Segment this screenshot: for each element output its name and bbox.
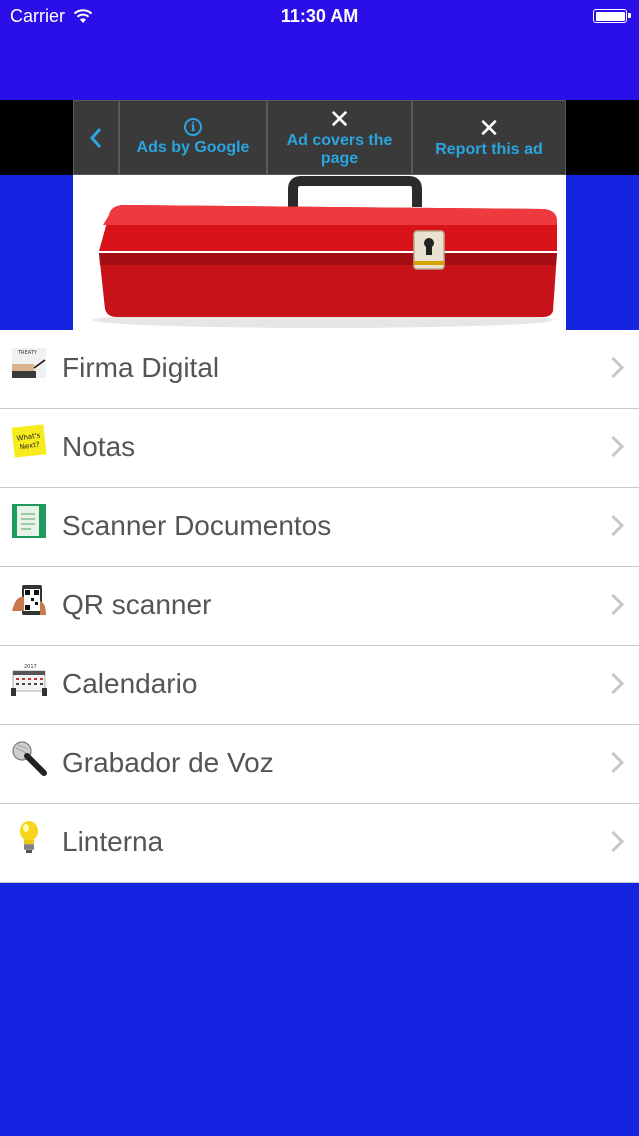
info-icon: i [184, 118, 202, 136]
svg-text:TREATY: TREATY [17, 350, 38, 356]
qr-code-icon [12, 585, 46, 615]
chevron-right-icon [602, 672, 625, 695]
toolbox-icon [93, 176, 557, 328]
menu-item-qr-scanner[interactable]: QR scanner [0, 567, 639, 646]
menu-item-label: Firma Digital [62, 352, 220, 383]
close-icon: ✕ [328, 103, 351, 134]
status-bar: Carrier 11:30 AM [0, 0, 639, 34]
ad-image-toolbox[interactable] [73, 175, 566, 330]
menu-item-label: Notas [62, 431, 136, 462]
chevron-right-icon [602, 514, 625, 537]
menu-item-firma-digital[interactable]: TREATY Firma Digital [0, 330, 639, 409]
menu-item-label: Linterna [62, 826, 164, 857]
report-ad-label: Report this ad [435, 140, 543, 158]
menu-item-label: QR scanner [62, 589, 212, 620]
sticky-note-icon: What's Next? [11, 424, 47, 458]
chevron-left-icon [89, 127, 102, 148]
chevron-right-icon [602, 593, 625, 616]
battery-icon [593, 9, 631, 23]
document-icon [12, 504, 46, 538]
menu-item-grabador-de-voz[interactable]: Grabador de Voz [0, 725, 639, 804]
close-icon: ✕ [478, 112, 500, 143]
ads-by-google-label: Ads by Google [136, 139, 250, 156]
svg-text:2017: 2017 [24, 664, 37, 670]
signature-icon: TREATY [12, 348, 46, 378]
calendar-icon: 2017 [11, 664, 47, 696]
chevron-right-icon [602, 356, 625, 379]
menu-item-calendario[interactable]: 2017 Calendario [0, 646, 639, 725]
ads-by-google-button[interactable]: i Ads by Google [119, 100, 267, 175]
lightbulb-icon [20, 821, 38, 853]
menu-item-label: Calendario [62, 668, 198, 699]
chevron-right-icon [602, 751, 625, 774]
ad-feedback-toolbar: i Ads by Google ✕ Ad covers the page ✕ R… [73, 100, 566, 175]
menu-item-scanner-documentos[interactable]: Scanner Documentos [0, 488, 639, 567]
menu-item-linterna[interactable]: Linterna [0, 804, 639, 883]
ad-covers-page-button[interactable]: ✕ Ad covers the page [267, 100, 412, 175]
ad-covers-label-line1: Ad covers the [286, 131, 393, 149]
menu-item-label: Grabador de Voz [62, 747, 274, 778]
ad-covers-label-line2: page [320, 149, 359, 167]
report-ad-button[interactable]: ✕ Report this ad [412, 100, 566, 175]
chevron-right-icon [602, 435, 625, 458]
chevron-right-icon [602, 830, 625, 853]
ad-back-button[interactable] [73, 100, 119, 175]
menu-item-notas[interactable]: What's Next? Notas [0, 409, 639, 488]
menu-item-label: Scanner Documentos [62, 510, 332, 541]
microphone-icon [12, 741, 47, 776]
tools-menu-list: TREATY Firma Digital What's Next? Notas … [0, 330, 639, 883]
clock: 11:30 AM [280, 6, 359, 26]
